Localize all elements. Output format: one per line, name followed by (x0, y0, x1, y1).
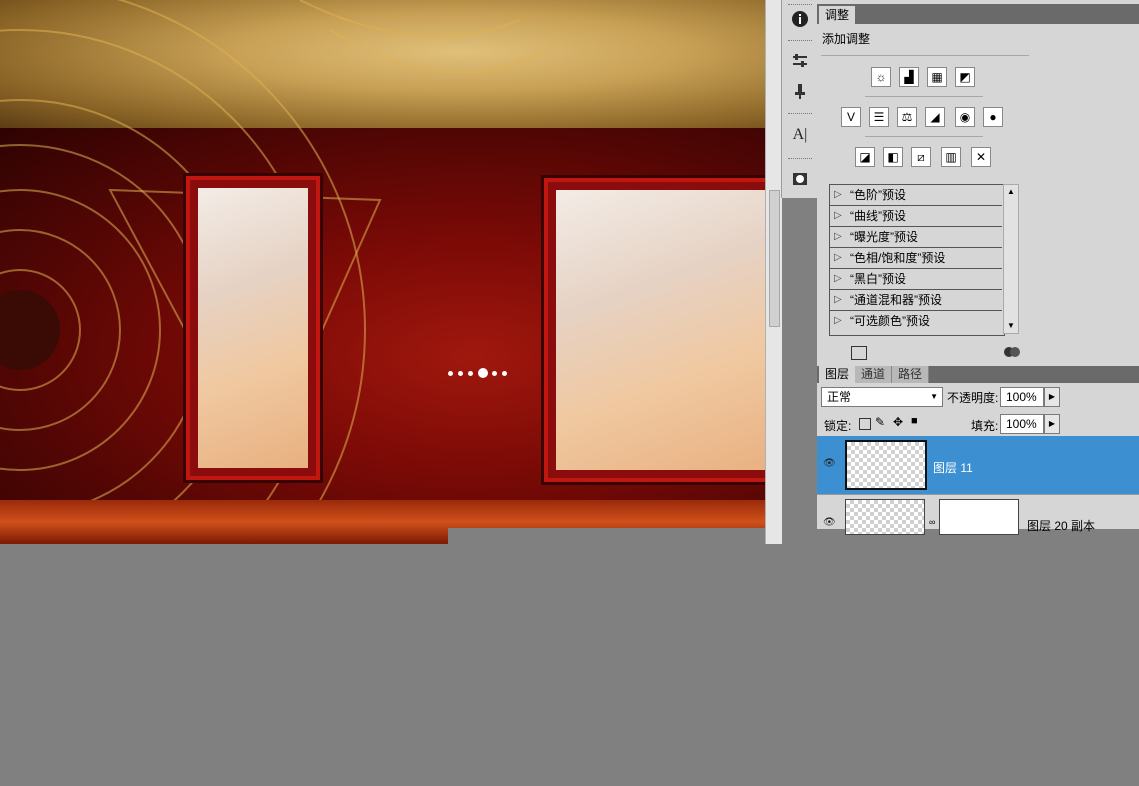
brush-presets-icon[interactable] (789, 50, 811, 72)
lock-transparent-icon[interactable] (859, 418, 871, 430)
tab-paths[interactable]: 路径 (892, 366, 930, 383)
blend-mode-select[interactable]: 正常 ▼ (821, 387, 943, 407)
character-icon[interactable]: A| (789, 124, 811, 146)
scroll-down-icon[interactable]: ▼ (1007, 321, 1015, 330)
levels-icon[interactable]: ▟ (899, 67, 919, 87)
preset-channel-mixer[interactable]: ▷ “通道混和器”预设 (830, 290, 1002, 311)
adjustment-presets-list: ▷ “色阶”预设 ▷ “曲线”预设 ▷ “曝光度”预设 ▷ “色相/饱和度”预设 ▷ “黑… (829, 184, 1005, 336)
preset-curves[interactable]: ▷ “曲线”预设 (830, 206, 1002, 227)
channel-mixer-icon[interactable]: ● (983, 107, 1003, 127)
layer-mask-thumbnail (939, 499, 1019, 535)
black-white-icon[interactable]: ◢ (925, 107, 945, 127)
layer-row-selected[interactable]: 👁 图层 11 (817, 436, 1139, 494)
posterize-icon[interactable]: ◧ (883, 147, 903, 167)
opacity-label: 不透明度: (947, 391, 999, 405)
tab-layers[interactable]: 图层 (819, 366, 856, 383)
clone-source-icon[interactable] (789, 80, 811, 102)
tab-channels[interactable]: 通道 (855, 366, 893, 383)
layer-thumbnail (845, 440, 927, 490)
fill-slider-button[interactable]: ▶ (1044, 414, 1060, 434)
preset-black-white[interactable]: ▷ “黑白”预设 (830, 269, 1002, 290)
layers-panel: 图层 通道 路径 正常 ▼ 不透明度: 100% ▶ 锁定: ✎ ✥ ■ 填充:… (817, 366, 1139, 535)
scrollbar-thumb[interactable] (769, 190, 780, 327)
expand-triangle-icon[interactable]: ▷ (834, 248, 842, 268)
layer-row[interactable]: 👁 ∞ 图层 20 副本 (817, 494, 1139, 535)
expand-triangle-icon[interactable]: ▷ (834, 311, 842, 331)
letter-e (548, 182, 765, 478)
lock-all-icon[interactable]: ■ (911, 415, 918, 427)
canvas-vertical-scrollbar[interactable] (765, 0, 782, 544)
color-balance-icon[interactable]: ⚖ (897, 107, 917, 127)
preset-exposure[interactable]: ▷ “曝光度”预设 (830, 227, 1002, 248)
tab-adjustments[interactable]: 调整 (819, 6, 856, 24)
chevron-down-icon: ▼ (930, 392, 938, 401)
center-sparkle (448, 366, 514, 380)
adjustments-tabbar (817, 4, 1139, 24)
blend-mode-value: 正常 (827, 390, 852, 404)
preset-levels[interactable]: ▷ “色阶”预设 (830, 185, 1002, 206)
hue-saturation-icon[interactable]: ☰ (869, 107, 889, 127)
opacity-input[interactable]: 100% (1000, 387, 1044, 407)
expand-triangle-icon[interactable]: ▷ (834, 185, 842, 205)
strip-grip[interactable] (788, 4, 812, 7)
workspace-background (448, 528, 1139, 786)
expand-triangle-icon[interactable]: ▷ (834, 290, 842, 310)
document-canvas[interactable] (0, 0, 765, 544)
scroll-up-icon[interactable]: ▲ (1007, 187, 1015, 196)
strip-divider (788, 158, 812, 161)
layer-thumbnail (845, 499, 925, 535)
expand-triangle-icon[interactable]: ▷ (834, 269, 842, 289)
chain-link-icon[interactable]: ∞ (929, 517, 935, 527)
invert-icon[interactable]: ◪ (855, 147, 875, 167)
strip-divider (788, 40, 812, 43)
fill-input[interactable]: 100% (1000, 414, 1044, 434)
view-previous-state-icon[interactable] (1003, 346, 1023, 358)
clip-to-layer-icon[interactable] (851, 346, 867, 360)
fill-label: 填充: (971, 419, 999, 433)
lock-label: 锁定: (824, 419, 852, 433)
add-adjustment-heading: 添加调整 (822, 32, 871, 46)
gradient-map-icon[interactable]: ▥ (941, 147, 961, 167)
mask-panel-icon[interactable] (789, 168, 811, 190)
lock-position-icon[interactable]: ✥ (893, 415, 903, 429)
letter-i (190, 180, 316, 476)
visibility-eye-icon[interactable]: 👁 (823, 517, 836, 528)
brightness-contrast-icon[interactable]: ☼ (871, 67, 891, 87)
exposure-icon[interactable]: ◩ (955, 67, 975, 87)
lock-pixels-icon[interactable]: ✎ (875, 415, 885, 429)
layer-name[interactable]: 图层 11 (933, 459, 973, 476)
divider (865, 96, 983, 97)
panel-icon-strip: A| (781, 0, 819, 198)
divider (821, 55, 1029, 56)
strip-divider (788, 113, 812, 116)
expand-triangle-icon[interactable]: ▷ (834, 206, 842, 226)
presets-scrollbar[interactable]: ▲ ▼ (1003, 184, 1019, 334)
visibility-eye-icon[interactable]: 👁 (823, 458, 836, 469)
threshold-icon[interactable]: ⧄ (911, 147, 931, 167)
layer-name[interactable]: 图层 20 副本 (1027, 517, 1095, 534)
divider (865, 136, 983, 137)
preset-hue-saturation[interactable]: ▷ “色相/饱和度”预设 (830, 248, 1002, 269)
vibrance-icon[interactable]: V (841, 107, 861, 127)
curves-icon[interactable]: ▦ (927, 67, 947, 87)
expand-triangle-icon[interactable]: ▷ (834, 227, 842, 247)
info-icon[interactable] (789, 8, 811, 30)
opacity-slider-button[interactable]: ▶ (1044, 387, 1060, 407)
photo-filter-icon[interactable]: ◉ (955, 107, 975, 127)
preset-selective-color[interactable]: ▷ “可选颜色”预设 (830, 311, 1002, 331)
selective-color-icon[interactable]: ✕ (971, 147, 991, 167)
